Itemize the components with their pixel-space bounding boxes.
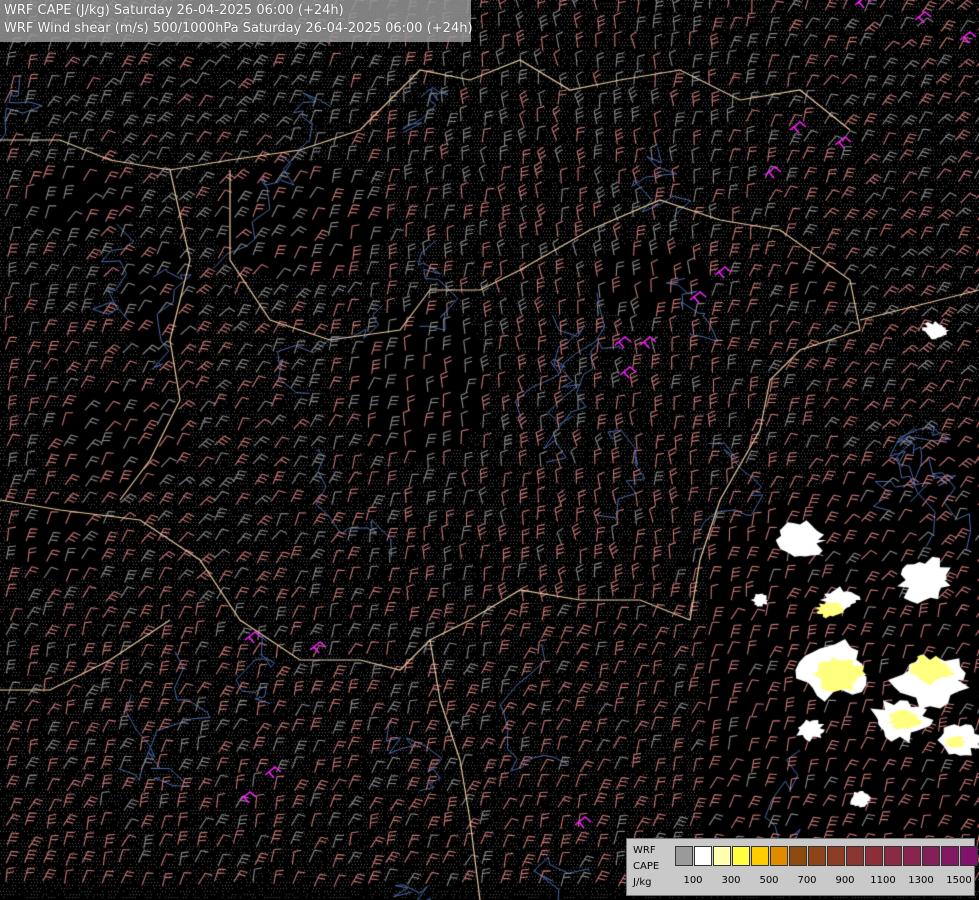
wind-shear-title: WRF Wind shear (m/s) 500/1000hPa Saturda…: [4, 21, 473, 36]
legend-tick-label: 1300: [908, 875, 934, 886]
legend-label-field: CAPE: [633, 861, 660, 872]
legend-swatch: [808, 846, 826, 866]
legend-swatch: [903, 846, 921, 866]
legend-swatch: [884, 846, 902, 866]
legend-swatch: [960, 846, 978, 866]
legend-swatch: [770, 846, 788, 866]
legend-swatch: [789, 846, 807, 866]
legend-swatch: [732, 846, 750, 866]
legend-label-model: WRF: [633, 845, 656, 856]
legend-swatch: [865, 846, 883, 866]
legend-swatch: [751, 846, 769, 866]
legend-swatch: [846, 846, 864, 866]
legend-swatch: [827, 846, 845, 866]
legend-color-scale: [675, 846, 979, 866]
legend-tick-label: 100: [683, 875, 703, 886]
legend-tick-label: 1100: [870, 875, 896, 886]
wind-shear-map: [0, 0, 979, 900]
legend-swatch: [941, 846, 959, 866]
legend-tick-label: 1500: [946, 875, 972, 886]
legend-swatch: [675, 846, 693, 866]
legend-label-unit: J/kg: [633, 877, 652, 888]
map-title-box: WRF CAPE (J/kg) Saturday 26-04-2025 06:0…: [0, 0, 473, 42]
legend-swatch: [713, 846, 731, 866]
legend-swatch: [694, 846, 712, 866]
legend-tick-label: 900: [835, 875, 855, 886]
legend-tick-label: 300: [721, 875, 741, 886]
legend-tick-label: 700: [797, 875, 817, 886]
cape-legend: WRF CAPE J/kg 100 300 500 700 900 1100 1300 150…: [626, 838, 978, 896]
legend-swatch: [922, 846, 940, 866]
legend-tick-label: 500: [759, 875, 779, 886]
cape-title: WRF CAPE (J/kg) Saturday 26-04-2025 06:0…: [4, 3, 344, 18]
